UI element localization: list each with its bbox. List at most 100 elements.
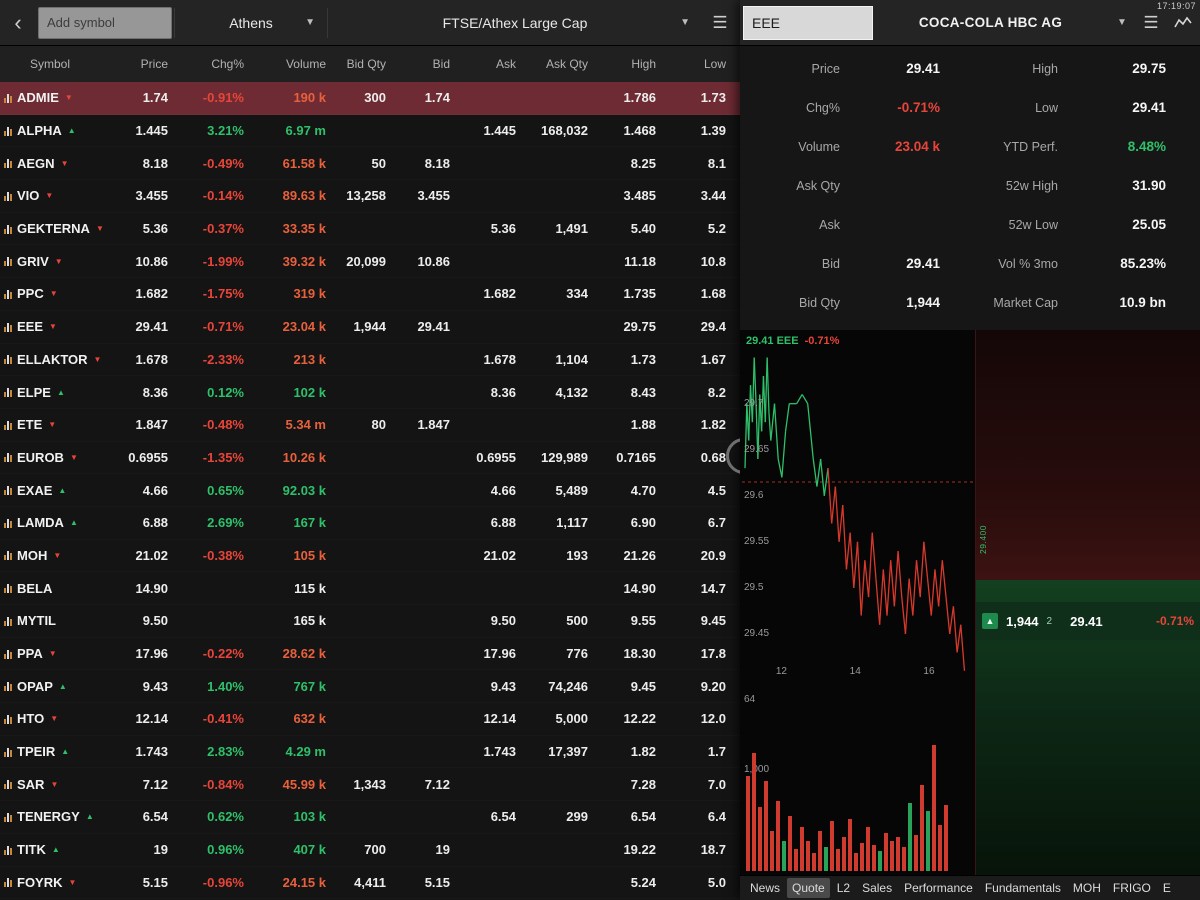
menu-icon[interactable]: ☰: [1136, 13, 1166, 33]
table-row-elpe[interactable]: ELPE ▲ 8.36 0.12% 102 k 8.36 4,132 8.43 8.2: [0, 376, 765, 409]
trade-up-icon: ▲: [982, 613, 998, 629]
cell-volume: 767 k: [293, 678, 326, 694]
table-row-eurob[interactable]: EUROB ▼ 0.6955 -1.35% 10.26 k 0.6955 129,989 0.…: [0, 442, 765, 475]
cell-ask-qty: 193: [566, 547, 588, 563]
chevron-down-icon[interactable]: ▼: [1108, 17, 1136, 28]
cell-ask: 17.96: [483, 646, 516, 662]
volume-bar: [794, 849, 798, 871]
symbol-cell: TPEIR ▲: [0, 744, 110, 759]
table-row-sar[interactable]: SAR ▼ 7.12 -0.84% 45.99 k 1,343 7.12 7.28 7.0: [0, 768, 765, 801]
table-row-ellaktor[interactable]: ELLAKTOR ▼ 1.678 -2.33% 213 k 1.678 1,104 1.73 1…: [0, 344, 765, 377]
cell-high: 1.786: [623, 90, 656, 106]
cell-ask: 1.743: [483, 744, 516, 760]
table-row-mytil[interactable]: MYTIL 9.50 165 k 9.50 500 9.55 9.45: [0, 605, 765, 638]
table-row-alpha[interactable]: ALPHA ▲ 1.445 3.21% 6.97 m 1.445 168,032 1.468 1…: [0, 115, 765, 148]
menu-icon[interactable]: ☰: [700, 13, 740, 33]
watchlist-select[interactable]: FTSE/Athex Large Cap ▼: [330, 0, 700, 45]
cell-bid-qty: 700: [364, 842, 386, 858]
tab-e[interactable]: E: [1158, 878, 1176, 898]
table-row-griv[interactable]: GRIV ▼ 10.86 -1.99% 39.32 k 20,099 10.86 11.18 1…: [0, 245, 765, 278]
instrument-icon: [4, 93, 12, 103]
table-row-bela[interactable]: BELA 14.90 115 k 14.90 14.7: [0, 572, 765, 605]
cell-low: 1.39: [700, 123, 726, 139]
symbol-search-input[interactable]: [743, 5, 873, 40]
quote-label: 52w Low: [1008, 217, 1058, 232]
tab-performance[interactable]: Performance: [899, 878, 978, 898]
add-symbol-input[interactable]: [38, 6, 172, 39]
down-arrow-icon: ▼: [45, 191, 54, 201]
column-header-bid[interactable]: Bid: [394, 57, 458, 71]
watchlist-label: FTSE/Athex Large Cap: [442, 14, 588, 31]
y-axis-tick: 29.5: [744, 581, 764, 593]
cell-price: 5.36: [142, 221, 168, 237]
cell-ask-qty: 74,246: [548, 678, 588, 694]
column-header-symbol[interactable]: Symbol: [0, 57, 110, 71]
x-axis-tick: 14: [849, 666, 861, 677]
symbol-cell: ELLAKTOR ▼: [0, 352, 110, 367]
instrument-icon: [4, 747, 12, 757]
cell-low: 29.4: [700, 319, 726, 335]
table-row-tenergy[interactable]: TENERGY ▲ 6.54 0.62% 103 k 6.54 299 6.54 6.4: [0, 801, 765, 834]
table-row-ppa[interactable]: PPA ▼ 17.96 -0.22% 28.62 k 17.96 776 18.30 17.8: [0, 638, 765, 671]
symbol-label: PPA: [17, 646, 43, 662]
cell-high: 1.735: [623, 286, 656, 302]
cell-chg: -0.96%: [202, 874, 244, 890]
table-row-ete[interactable]: ETE ▼ 1.847 -0.48% 5.34 m 80 1.847 1.88 1.82: [0, 409, 765, 442]
volume-bar: [926, 811, 930, 871]
table-row-opap[interactable]: OPAP ▲ 9.43 1.40% 767 k 9.43 74,246 9.45 9.20: [0, 670, 765, 703]
table-row-moh[interactable]: MOH ▼ 21.02 -0.38% 105 k 21.02 193 21.26 20.9: [0, 540, 765, 573]
table-row-hto[interactable]: HTO ▼ 12.14 -0.41% 632 k 12.14 5,000 12.22 12.0: [0, 703, 765, 736]
cell-volume: 5.34 m: [285, 417, 326, 433]
table-row-ppc[interactable]: PPC ▼ 1.682 -1.75% 319 k 1.682 334 1.735 1.68: [0, 278, 765, 311]
table-row-titk[interactable]: TITK ▲ 19 0.96% 407 k 700 19 19.22 18.7: [0, 834, 765, 867]
tab-l2[interactable]: L2: [832, 878, 855, 898]
column-header-ask[interactable]: Ask: [458, 57, 524, 71]
table-row-admie[interactable]: ADMIE ▼ 1.74 -0.91% 190 k 300 1.74 1.786 1.73: [0, 82, 765, 115]
table-row-exae[interactable]: EXAE ▲ 4.66 0.65% 92.03 k 4.66 5,489 4.70 4.5: [0, 474, 765, 507]
cell-ask: 0.6955: [476, 449, 516, 465]
market-select[interactable]: Athens ▼: [177, 0, 325, 45]
intraday-price-chart[interactable]: 29.41 EEE -0.71% 29.7 29.65 29.6 29.55 29.5 29…: [740, 330, 975, 680]
cell-ask: 8.36: [490, 384, 516, 400]
cell-high: 19.22: [623, 842, 656, 858]
back-button[interactable]: ‹: [0, 0, 36, 45]
tab-moh[interactable]: MOH: [1068, 878, 1106, 898]
volume-bar: [920, 785, 924, 871]
table-row-vio[interactable]: VIO ▼ 3.455 -0.14% 89.63 k 13,258 3.455 3.485 3.…: [0, 180, 765, 213]
quote-row-bid-qty: Bid Qty 1,944: [740, 283, 970, 322]
column-header-bid-qty[interactable]: Bid Qty: [334, 57, 394, 71]
down-arrow-icon: ▼: [49, 289, 58, 299]
tab-sales[interactable]: Sales: [857, 878, 897, 898]
x-axis-tick: 12: [775, 666, 787, 677]
tab-quote[interactable]: Quote: [787, 878, 830, 898]
cell-chg: 0.96%: [207, 842, 244, 858]
instrument-icon: [4, 583, 12, 594]
instrument-icon: [4, 714, 12, 724]
table-row-eee[interactable]: EEE ▼ 29.41 -0.71% 23.04 k 1,944 29.41 29.75 29.…: [0, 311, 765, 344]
quote-label: Market Cap: [993, 295, 1058, 310]
table-row-aegn[interactable]: AEGN ▼ 8.18 -0.49% 61.58 k 50 8.18 8.25 8.1: [0, 147, 765, 180]
column-header-volume[interactable]: Volume: [252, 57, 334, 71]
tab-fundamentals[interactable]: Fundamentals: [980, 878, 1066, 898]
table-row-tpeir[interactable]: TPEIR ▲ 1.743 2.83% 4.29 m 1.743 17,397 1.82 1.7: [0, 736, 765, 769]
table-row-lamda[interactable]: LAMDA ▲ 6.88 2.69% 167 k 6.88 1,117 6.90 6.7: [0, 507, 765, 540]
table-row-gekterna[interactable]: GEKTERNA ▼ 5.36 -0.37% 33.35 k 5.36 1,491 5.40 5…: [0, 213, 765, 246]
quote-row-52w-high: 52w High 31.90: [970, 166, 1200, 205]
column-header-high[interactable]: High: [596, 57, 664, 71]
column-header-price[interactable]: Price: [110, 57, 176, 71]
column-header-chg[interactable]: Chg%: [176, 57, 252, 71]
chart-icon[interactable]: [1166, 16, 1200, 30]
volume-bar: [872, 845, 876, 871]
volume-bar: [830, 821, 834, 871]
cell-low: 1.82: [700, 417, 726, 433]
market-label: Athens: [229, 14, 273, 31]
tab-frigo[interactable]: FRIGO: [1108, 878, 1156, 898]
column-header-low[interactable]: Low: [664, 57, 734, 71]
column-header-ask-qty[interactable]: Ask Qty: [524, 57, 596, 71]
tab-news[interactable]: News: [745, 878, 785, 898]
table-row-foyrk[interactable]: FOYRK ▼ 5.15 -0.96% 24.15 k 4,411 5.15 5.24 5.0: [0, 867, 765, 900]
cell-chg: -2.33%: [202, 351, 244, 367]
quote-row-vol-3mo: Vol % 3mo 85.23%: [970, 244, 1200, 283]
trade-price: 29.41: [1070, 613, 1103, 629]
volume-bar: [764, 781, 768, 871]
